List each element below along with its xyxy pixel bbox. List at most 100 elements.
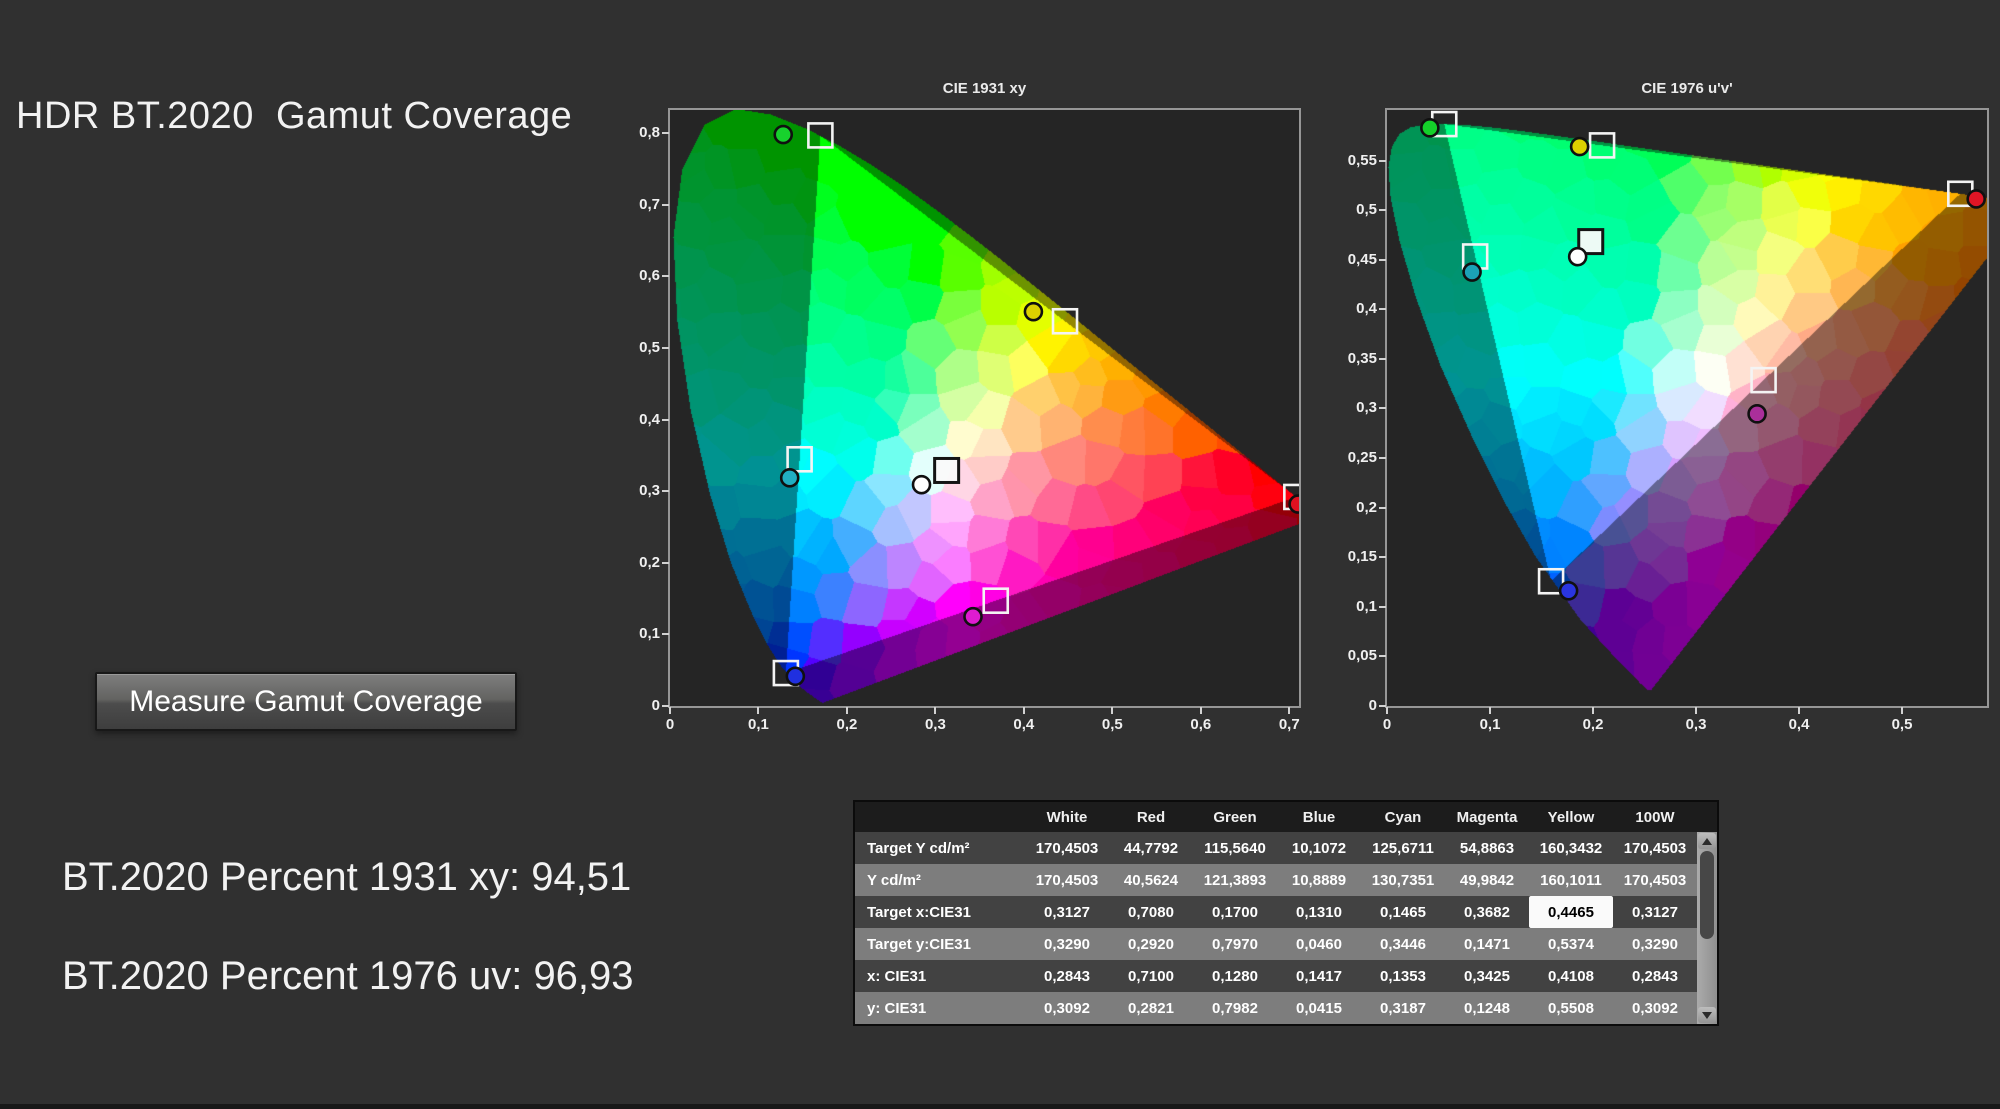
table-cell[interactable]: 0,3425: [1445, 960, 1529, 992]
table-cell[interactable]: 0,3127: [1025, 896, 1109, 928]
table-cell[interactable]: 160,1011: [1529, 864, 1613, 896]
table-cell[interactable]: 170,4503: [1613, 864, 1697, 896]
table-cell[interactable]: 125,6711: [1361, 832, 1445, 864]
y-axis-tick-mark: [662, 633, 669, 636]
table-cell[interactable]: 0,1471: [1445, 928, 1529, 960]
table-cell[interactable]: 10,1072: [1277, 832, 1361, 864]
table-cell[interactable]: 0,3290: [1025, 928, 1109, 960]
y-axis-tick-mark: [1379, 556, 1386, 559]
table-cell[interactable]: 10,8889: [1277, 864, 1361, 896]
table-cell[interactable]: 170,4503: [1613, 832, 1697, 864]
scrollbar-thumb[interactable]: [1700, 851, 1714, 939]
table-header-white: White: [1025, 802, 1109, 832]
table-cell[interactable]: 49,9842: [1445, 864, 1529, 896]
y-axis-tick-mark: [662, 132, 669, 135]
table-cell-highlighted[interactable]: 0,4465: [1529, 896, 1613, 928]
cie-1931-diagram: [670, 110, 1299, 706]
x-axis-tick-label: 0,2: [836, 716, 858, 733]
y-axis-tick-mark: [662, 490, 669, 493]
arrow-down-icon: [1702, 1011, 1712, 1019]
y-axis-tick-label: 0,6: [639, 267, 660, 285]
measure-button-label: Measure Gamut Coverage: [129, 684, 483, 718]
table-cell[interactable]: 0,1310: [1277, 896, 1361, 928]
result-1931-value: 94,51: [531, 855, 632, 899]
table-cell[interactable]: 170,4503: [1025, 832, 1109, 864]
table-cell[interactable]: 0,0415: [1277, 992, 1361, 1024]
y-axis-tick-mark: [1379, 705, 1386, 707]
table-cell[interactable]: 0,5508: [1529, 992, 1613, 1024]
scroll-up-button[interactable]: [1698, 833, 1716, 849]
x-axis-tick-mark: [1798, 707, 1801, 714]
cie-1976-plot: 0 0,05 0,1 0,15 0,2 0,25 0,3 0,35 0,4 0,45 0,5 0,55…: [1348, 108, 1989, 733]
x-axis-tick-label: 0,4: [1788, 716, 1810, 733]
table-header-cyan: Cyan: [1361, 802, 1445, 832]
x-axis-tick-label: 0,5: [1101, 716, 1123, 733]
table-cell[interactable]: 40,5624: [1109, 864, 1193, 896]
table-cell[interactable]: 0,7080: [1109, 896, 1193, 928]
y-axis-tick-label: 0,05: [1347, 647, 1377, 665]
table-cell[interactable]: 0,2821: [1109, 992, 1193, 1024]
x-axis-tick-mark: [934, 707, 937, 714]
table-row-label: x: CIE31: [855, 960, 1025, 992]
table-scrollbar[interactable]: [1697, 832, 1717, 1024]
table-cell[interactable]: 0,5374: [1529, 928, 1613, 960]
chart-title-1976: CIE 1976 u'v': [1641, 80, 1733, 97]
table-header-green: Green: [1193, 802, 1277, 832]
table-cell[interactable]: 0,1353: [1361, 960, 1445, 992]
table-cell[interactable]: 0,3290: [1613, 928, 1697, 960]
table-header-yellow: Yellow: [1529, 802, 1613, 832]
table-cell[interactable]: 170,4503: [1025, 864, 1109, 896]
table-cell[interactable]: 0,7100: [1109, 960, 1193, 992]
table-cell[interactable]: 0,1417: [1277, 960, 1361, 992]
y-axis-tick-mark: [662, 203, 669, 206]
table-cell[interactable]: 0,1700: [1193, 896, 1277, 928]
table-cell[interactable]: 115,5640: [1193, 832, 1277, 864]
x-axis-tick-mark: [845, 707, 848, 714]
arrow-up-icon: [1702, 837, 1712, 845]
table-cell[interactable]: 0,2920: [1109, 928, 1193, 960]
scroll-down-button[interactable]: [1698, 1007, 1716, 1023]
gamut-measurement-table: White Red Green Blue Cyan Magenta Yellow 100W T…: [853, 800, 1719, 1026]
table-cell[interactable]: 44,7792: [1109, 832, 1193, 864]
y-axis-tick-label: 0: [1368, 697, 1377, 714]
bottom-edge-strip: [0, 1104, 2000, 1109]
x-axis-tick-mark: [1489, 707, 1491, 714]
y-axis-tick-label: 0,5: [639, 339, 660, 357]
x-axis-tick-label: 0: [665, 716, 675, 733]
table-cell[interactable]: 0,3446: [1361, 928, 1445, 960]
x-axis-tick-mark: [669, 707, 671, 714]
table-row: Target x:CIE31 0,3127 0,7080 0,1700 0,1310 0,…: [855, 896, 1697, 928]
table-cell[interactable]: 0,2843: [1025, 960, 1109, 992]
y-axis-tick-label: 0,35: [1347, 349, 1377, 367]
table-cell[interactable]: 0,2843: [1613, 960, 1697, 992]
table-cell[interactable]: 0,3187: [1361, 992, 1445, 1024]
table-cell[interactable]: 0,0460: [1277, 928, 1361, 960]
table-cell[interactable]: 0,3092: [1613, 992, 1697, 1024]
y-axis-tick-mark: [1379, 159, 1386, 162]
y-axis-tick-label: 0,45: [1347, 250, 1377, 268]
y-axis-tick-mark: [1379, 655, 1386, 658]
y-axis-tick-label: 0,55: [1347, 151, 1377, 169]
table-cell[interactable]: 54,8863: [1445, 832, 1529, 864]
y-axis-tick-mark: [1379, 457, 1386, 460]
table-cell[interactable]: 121,3893: [1193, 864, 1277, 896]
measure-gamut-coverage-button[interactable]: Measure Gamut Coverage: [95, 672, 517, 731]
table-cell[interactable]: 0,1280: [1193, 960, 1277, 992]
table-cell[interactable]: 0,1248: [1445, 992, 1529, 1024]
table-cell[interactable]: 0,4108: [1529, 960, 1613, 992]
y-axis-tick-label: 0,15: [1347, 548, 1377, 566]
bt2020-percent-1931-readout: BT.2020 Percent 1931 xy: 94,51: [62, 855, 631, 900]
app-window: HDR BT.2020 Gamut Coverage CIE 1931 xy 0…: [0, 0, 2000, 1109]
table-cell[interactable]: 0,7982: [1193, 992, 1277, 1024]
table-cell[interactable]: 0,7970: [1193, 928, 1277, 960]
table-cell[interactable]: 0,3092: [1025, 992, 1109, 1024]
table-cell[interactable]: 0,3127: [1613, 896, 1697, 928]
y-axis-tick-mark: [1379, 506, 1386, 509]
table-cell[interactable]: 130,7351: [1361, 864, 1445, 896]
table-cell[interactable]: 0,3682: [1445, 896, 1529, 928]
x-axis-tick-mark: [1592, 707, 1594, 714]
table-cell[interactable]: 0,1465: [1361, 896, 1445, 928]
y-axis-tick-mark: [662, 705, 669, 707]
table-cell[interactable]: 160,3432: [1529, 832, 1613, 864]
y-axis-tick-label: 0,5: [1356, 201, 1377, 219]
